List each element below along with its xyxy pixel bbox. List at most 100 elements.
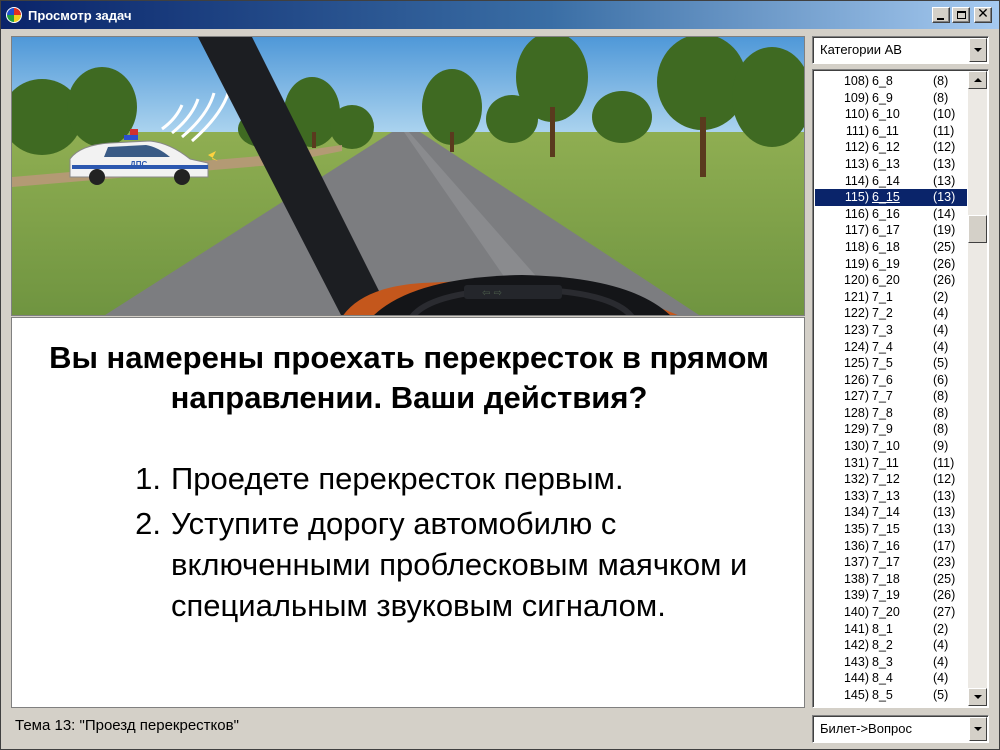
chevron-down-icon[interactable] — [969, 717, 987, 741]
list-item[interactable]: 141) 8_1 (2) — [815, 621, 967, 638]
list-item[interactable]: 123) 7_3 (4) — [815, 322, 967, 339]
list-item[interactable]: 109) 6_9 (8) — [815, 90, 967, 107]
maximize-button[interactable] — [952, 7, 970, 23]
task-list[interactable]: 108) 6_8 (8) 109) 6_9 (8) 110) 6_10 (10) 111) 6_11… — [812, 69, 989, 708]
list-item[interactable]: 113) 6_13 (13) — [815, 156, 967, 173]
list-item-number: 127) — [843, 389, 869, 404]
list-item[interactable]: 121) 7_1 (2) — [815, 289, 967, 306]
list-item-count: (13) — [933, 488, 956, 503]
list-item-code: 6_8 — [872, 74, 893, 88]
answer-option[interactable]: 2. Уступите дорогу автомобилю с включенн… — [117, 503, 777, 626]
road-scene: ДПС ⇦ ⇨ — [12, 37, 804, 315]
list-item-number: 141) — [843, 621, 869, 636]
topic-status-text: Тема 13: "Проезд перекрестков" — [15, 717, 239, 734]
mode-select[interactable]: Билет->Вопрос — [812, 715, 989, 743]
list-item[interactable]: 115) 6_15 (13) — [815, 189, 967, 206]
mode-select-value: Билет->Вопрос — [820, 721, 912, 736]
list-item[interactable]: 138) 7_18 (25) — [815, 571, 967, 588]
app-icon — [6, 7, 22, 23]
list-item-count: (27) — [933, 605, 956, 619]
list-item[interactable]: 132) 7_12 (12) — [815, 471, 967, 488]
list-item[interactable]: 122) 7_2 (4) — [815, 305, 967, 322]
list-item-count: (13) — [933, 190, 956, 205]
list-item[interactable]: 133) 7_13 (13) — [815, 488, 967, 505]
list-item[interactable]: 111) 6_11 (11) — [815, 123, 967, 140]
list-item-count: (12) — [933, 472, 956, 487]
list-item-count: (13) — [933, 522, 956, 537]
list-item-code: 8_3 — [872, 654, 893, 669]
list-item[interactable]: 135) 7_15 (13) — [815, 521, 967, 538]
list-item[interactable]: 114) 6_14 (13) — [815, 173, 967, 190]
list-item-number: 120) — [843, 273, 869, 288]
list-item[interactable]: 137) 7_17 (23) — [815, 554, 967, 571]
list-item[interactable]: 136) 7_16 (17) — [815, 538, 967, 555]
list-item-number: 123) — [843, 322, 869, 337]
list-item-code: 7_7 — [872, 389, 893, 404]
list-item[interactable]: 124) 7_4 (4) — [815, 339, 967, 356]
list-item[interactable]: 127) 7_7 (8) — [815, 388, 967, 405]
list-item[interactable]: 139) 7_19 (26) — [815, 587, 967, 604]
list-item-count: (4) — [933, 671, 949, 686]
list-item[interactable]: 143) 8_3 (4) — [815, 654, 967, 671]
list-item-count: (13) — [933, 156, 956, 171]
list-item[interactable]: 144) 8_4 (4) — [815, 670, 967, 687]
list-item-code: 6_20 — [872, 273, 900, 288]
list-item-code: 7_5 — [872, 356, 893, 371]
svg-text:⇦ ⇨: ⇦ ⇨ — [482, 288, 502, 299]
list-item-count: (8) — [933, 90, 949, 105]
list-item-code: 7_6 — [872, 372, 893, 387]
list-item-number: 122) — [843, 306, 869, 321]
list-item-count: (19) — [933, 223, 956, 238]
task-list-scrollbar[interactable] — [968, 71, 987, 706]
list-item[interactable]: 120) 6_20 (26) — [815, 272, 967, 289]
list-item-number: 116) — [844, 206, 869, 221]
list-item-code: 6_14 — [872, 173, 900, 188]
list-item-code: 6_10 — [872, 107, 900, 122]
list-item[interactable]: 134) 7_14 (13) — [815, 504, 967, 521]
close-icon: ✕ — [977, 6, 989, 22]
list-item[interactable]: 112) 6_12 (12) — [815, 139, 967, 156]
list-item[interactable]: 108) 6_8 (8) — [815, 73, 967, 90]
scroll-up-button[interactable] — [968, 71, 987, 89]
list-item-number: 124) — [843, 339, 869, 354]
scroll-down-button[interactable] — [968, 688, 987, 706]
list-item-code: 7_14 — [872, 505, 900, 520]
list-item-code: 7_18 — [872, 571, 900, 586]
list-item-number: 117) — [844, 223, 869, 238]
minimize-button[interactable] — [932, 7, 950, 23]
scroll-thumb[interactable] — [968, 215, 987, 243]
list-item-code: 7_17 — [872, 555, 900, 570]
list-item-count: (4) — [933, 339, 949, 354]
list-item-code: 6_17 — [872, 223, 900, 238]
list-item[interactable]: 128) 7_8 (8) — [815, 405, 967, 422]
list-item-number: 119) — [844, 256, 869, 271]
list-item[interactable]: 110) 6_10 (10) — [815, 106, 967, 123]
list-item-code: 6_12 — [872, 140, 900, 155]
list-item[interactable]: 125) 7_5 (5) — [815, 355, 967, 372]
list-item[interactable]: 118) 6_18 (25) — [815, 239, 967, 256]
list-item-number: 133) — [843, 488, 869, 503]
title-bar[interactable]: Просмотр задач ✕ — [1, 1, 999, 29]
list-item[interactable]: 142) 8_2 (4) — [815, 637, 967, 654]
chevron-down-icon[interactable] — [969, 38, 987, 62]
list-item-count: (5) — [933, 687, 949, 702]
list-item[interactable]: 131) 7_11 (11) — [815, 455, 967, 472]
close-button[interactable]: ✕ — [974, 6, 992, 23]
list-item[interactable]: 119) 6_19 (26) — [815, 256, 967, 273]
road-scene-image: ДПС ⇦ ⇨ — [11, 36, 805, 316]
category-select[interactable]: Категории АВ — [812, 36, 989, 64]
task-list-items: 108) 6_8 (8) 109) 6_9 (8) 110) 6_10 (10) 111) 6_11… — [815, 73, 967, 704]
list-item-count: (26) — [933, 256, 956, 271]
minimize-icon — [937, 18, 944, 20]
answer-option[interactable]: 1. Проедете перекресток первым. — [117, 458, 777, 499]
list-item[interactable]: 140) 7_20 (27) — [815, 604, 967, 621]
list-item-code: 7_11 — [872, 455, 899, 470]
list-item[interactable]: 129) 7_9 (8) — [815, 421, 967, 438]
list-item-code: 8_5 — [872, 687, 893, 702]
list-item[interactable]: 117) 6_17 (19) — [815, 222, 967, 239]
list-item-number: 140) — [843, 605, 869, 619]
list-item[interactable]: 116) 6_16 (14) — [815, 206, 967, 223]
list-item[interactable]: 145) 8_5 (5) — [815, 687, 967, 704]
list-item[interactable]: 130) 7_10 (9) — [815, 438, 967, 455]
list-item[interactable]: 126) 7_6 (6) — [815, 372, 967, 389]
